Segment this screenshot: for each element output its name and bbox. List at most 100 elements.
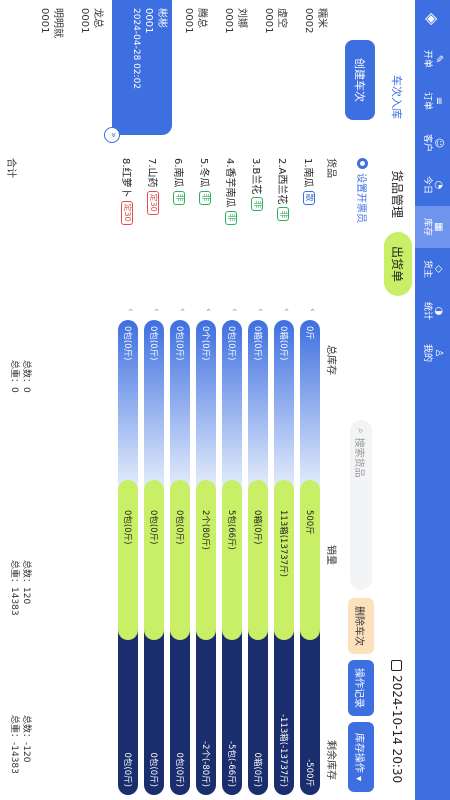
sales-bar: 500斤: [300, 480, 320, 640]
batch-name: 明明就: [52, 8, 63, 38]
customer-icon: ☺: [433, 137, 444, 149]
settings-label: 设置开票员: [355, 173, 366, 223]
remain-bar: -2个(-80斤): [196, 630, 216, 795]
sales-bar: 0包(0斤): [170, 480, 190, 640]
search-placeholder: 搜索货品: [353, 437, 365, 478]
product-tag: 定30: [147, 190, 160, 215]
stats-icon: ◑: [433, 306, 444, 316]
op-record-button[interactable]: 操作记录: [348, 660, 374, 716]
remain-value: -5包(-66斤): [226, 741, 236, 787]
batch-code: 0001: [183, 8, 194, 34]
batch-code: 0002: [303, 8, 314, 34]
today-icon: ◔: [433, 180, 444, 190]
sales-value: 5包(66斤): [226, 510, 236, 550]
search-icon: ⌕: [355, 428, 367, 434]
gear-icon: [357, 158, 368, 169]
remain-bar: -5包(-66斤): [222, 630, 242, 795]
batch-name: 腾总: [196, 8, 207, 28]
nav-item-inventory[interactable]: ▦ 库存: [415, 206, 450, 248]
stock-bar: ‹ 0斤: [300, 308, 320, 490]
batch-item[interactable]: 龙总 0001: [72, 0, 108, 135]
create-batch-button[interactable]: 创建车次: [345, 40, 375, 120]
batch-item[interactable]: 明明就 0001: [32, 0, 68, 135]
stock-chevron-icon: ‹: [307, 308, 317, 312]
product-name[interactable]: 7.山药 定30: [146, 158, 161, 215]
product-name[interactable]: 1.南瓜散: [302, 158, 317, 205]
nav-label: 订单: [422, 91, 432, 110]
top-nav-bar: ◈ ✎ 开单 ≡ 订单 ☺ 客户 ◔ 今日 ▦ 库存 ◇ 货主 ◑ 统计 ♙ 我的: [415, 0, 450, 800]
nav-item-today[interactable]: ◔ 今日: [415, 164, 450, 206]
remain-bar: -113箱(-13737斤): [274, 630, 294, 795]
stock-bar: ‹ 0包(0斤): [118, 308, 138, 490]
product-label: 1.南瓜: [302, 158, 313, 188]
product-label: 3.B兰花: [250, 158, 261, 195]
product-tag: 定30: [121, 200, 134, 225]
product-name[interactable]: 3.B兰花非: [250, 158, 265, 212]
batch-item[interactable]: 腾总 0001: [176, 0, 212, 135]
nav-item-stats[interactable]: ◑ 统计: [415, 290, 450, 332]
stock-value: 0包(0斤): [148, 326, 158, 361]
product-name[interactable]: 6.南瓜非: [172, 158, 187, 205]
nav-item-order[interactable]: ✎ 开单: [415, 38, 450, 80]
batch-item[interactable]: 刘娜 0001: [216, 0, 252, 135]
tab-goods-manage[interactable]: 货品管理: [389, 170, 406, 218]
order-list-icon: ≡: [433, 96, 444, 106]
product-name[interactable]: 8.红萝卜定30: [120, 158, 135, 225]
settings-link[interactable]: 设置开票员: [355, 158, 370, 223]
stock-chevron-icon: ‹: [255, 308, 265, 312]
total-count: 总数：0: [21, 360, 31, 393]
remain-bar: 0箱(0斤): [248, 630, 268, 795]
totals-cell: 总数：0 总重：0: [8, 360, 32, 393]
col-head-product: 货品: [325, 158, 336, 178]
stock-value: 0斤: [304, 326, 314, 340]
nav-item-order-list[interactable]: ≡ 订单: [415, 80, 450, 122]
batch-code: 0001: [39, 8, 50, 34]
sales-value: 500斤: [304, 510, 314, 535]
nav-item-mine[interactable]: ♙ 我的: [415, 332, 450, 374]
batch-list: 糯米 0002 虚空 0001 刘娜 0001 腾总 0001 彬彬 0001 2024-04-28…: [0, 0, 332, 143]
stock-chevron-icon: ‹: [125, 308, 135, 312]
sales-bar: 113箱(13737斤): [274, 480, 294, 640]
stock-bar: ‹ 0箱(0斤): [248, 308, 268, 490]
stock-bar: ‹ 0个(0斤): [196, 308, 216, 490]
total-weight: 总重：-14383: [9, 715, 19, 774]
batch-item[interactable]: 虚空 0001: [256, 0, 292, 135]
total-weight: 总重：14383: [9, 560, 19, 616]
remain-bar: -500斤: [300, 630, 320, 795]
delete-batch-button[interactable]: 删除车次: [348, 598, 374, 654]
order-icon: ✎: [433, 54, 444, 64]
sales-value: 0包(0斤): [122, 510, 132, 545]
product-label: 8.红萝卜: [120, 158, 131, 198]
product-name[interactable]: 2.A西兰花非: [276, 158, 291, 222]
remain-bar: 0包(0斤): [118, 630, 138, 795]
remain-value: 0包(0斤): [122, 752, 132, 787]
product-label: 2.A西兰花: [276, 158, 287, 205]
stock-op-button[interactable]: 库存操作 ▾: [348, 722, 374, 792]
stock-chevron-icon: ‹: [281, 308, 291, 312]
sales-value: 0包(0斤): [148, 510, 158, 545]
remain-bar: 0包(0斤): [170, 630, 190, 795]
stock-bar: ‹ 0包(0斤): [170, 308, 190, 490]
product-tag: 非: [225, 210, 238, 225]
product-name[interactable]: 4.香芋南瓜非: [224, 158, 239, 225]
stock-bar: ‹ 0包(0斤): [222, 308, 242, 490]
nav-label: 货主: [422, 259, 432, 278]
batch-name: 刘娜: [236, 8, 247, 28]
remain-value: -2个(-80斤): [200, 741, 210, 787]
sales-bar: 0箱(0斤): [248, 480, 268, 640]
nav-label: 客户: [422, 133, 432, 152]
tab-outbound[interactable]: 出货单: [384, 232, 412, 296]
batch-item[interactable]: 糯米 0002: [296, 0, 332, 135]
nav-item-owner[interactable]: ◇ 货主: [415, 248, 450, 290]
nav-label: 开单: [422, 49, 432, 68]
product-name[interactable]: 5.冬瓜非: [198, 158, 213, 205]
nav-item-customer[interactable]: ☺ 客户: [415, 122, 450, 164]
calendar-icon: [391, 660, 403, 671]
remain-value: 0包(0斤): [174, 752, 184, 787]
total-count: 总数：-120: [21, 715, 31, 763]
remain-bar: 0包(0斤): [144, 630, 164, 795]
search-input[interactable]: ⌕ 搜索货品: [350, 420, 372, 590]
nav-label: 我的: [422, 343, 432, 362]
batch-item-selected[interactable]: 彬彬 0001 2024-04-28 02:02»: [104, 0, 172, 143]
product-label: 5.冬瓜: [198, 158, 209, 188]
